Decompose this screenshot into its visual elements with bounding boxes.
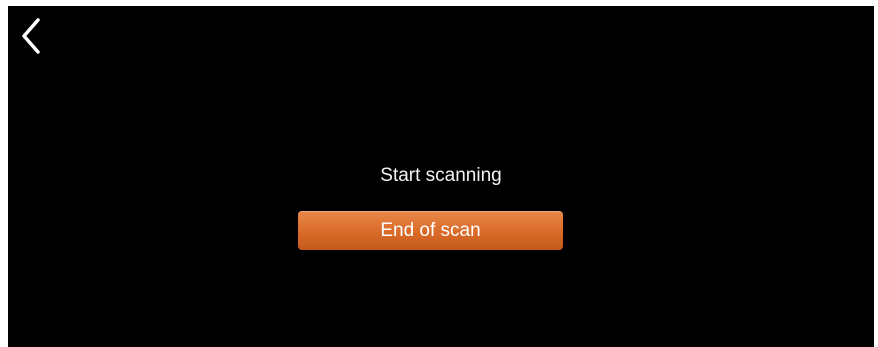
scan-screen: Start scanning End of scan	[8, 6, 874, 347]
back-button[interactable]	[16, 16, 46, 56]
end-scan-button[interactable]: End of scan	[298, 211, 563, 250]
chevron-left-icon	[22, 18, 40, 54]
scan-status-text: Start scanning	[380, 165, 502, 186]
